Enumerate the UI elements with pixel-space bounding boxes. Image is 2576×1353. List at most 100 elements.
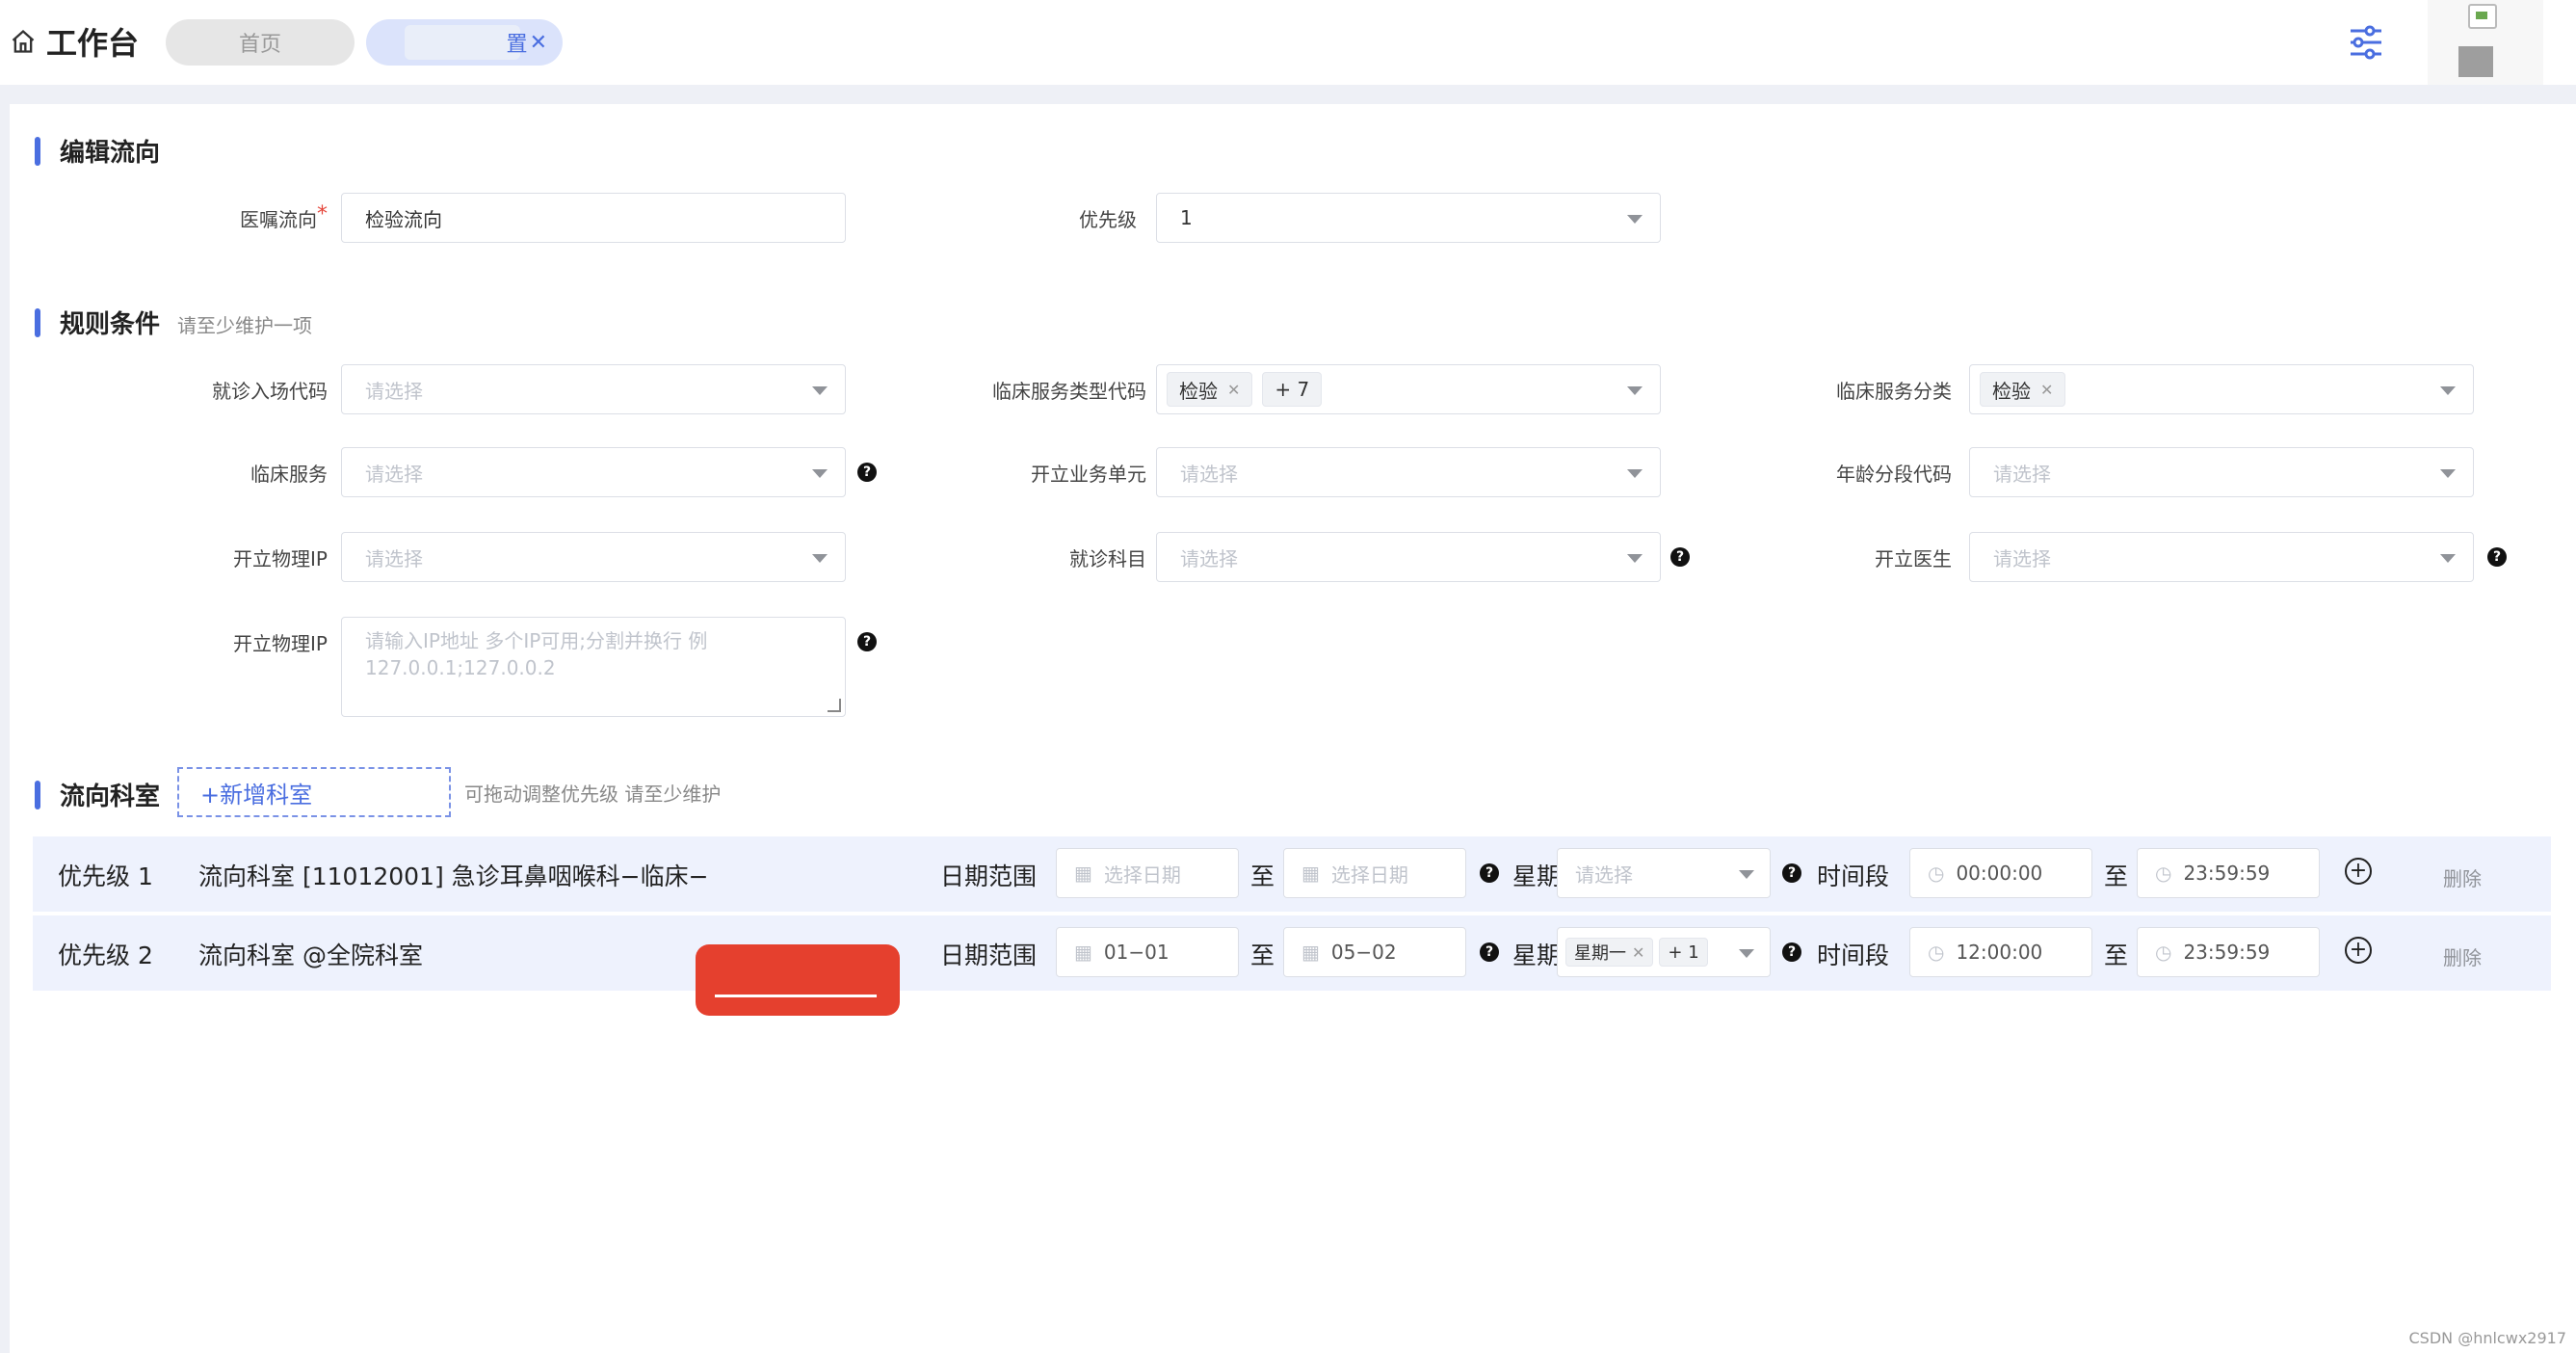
physical-ip-select[interactable]: 请选择 [341, 532, 846, 582]
help-icon[interactable]: ? [857, 463, 877, 482]
date-from-picker[interactable]: ▦ 选择日期 [1056, 848, 1239, 898]
week-select[interactable]: 星期一 ✕ + 1 [1557, 927, 1771, 977]
clock-icon: ◷ [2155, 862, 2172, 885]
section-title: 流向科室 [60, 783, 161, 811]
time-to-picker[interactable]: ◷ 23:59:59 [2137, 927, 2320, 977]
time-range-label: 时间段 [1817, 862, 1890, 890]
section-title: 编辑流向 [60, 139, 161, 168]
calendar-icon: ▦ [1301, 941, 1320, 964]
time-from-picker[interactable]: ◷ 12:00:00 [1909, 927, 2092, 977]
tab-current[interactable]: 置 ✕ [366, 19, 563, 66]
placeholder: 请选择 [365, 462, 423, 486]
avatar-placeholder [2458, 46, 2493, 77]
clock-icon: ◷ [1928, 862, 1945, 885]
chip-close-icon[interactable]: ✕ [2040, 381, 2053, 399]
caret-down-icon [812, 554, 828, 563]
help-icon[interactable]: ? [1480, 863, 1499, 883]
clinical-service-select[interactable]: 请选择 [341, 447, 846, 497]
section-dest-dept: 流向科室 [35, 777, 161, 812]
service-type-code-select[interactable]: 检验 ✕ + 7 [1156, 364, 1661, 414]
settings-sliders-icon[interactable] [2345, 23, 2387, 62]
week-placeholder: 请选择 [1575, 862, 1633, 887]
tag-chip: 星期一 ✕ [1565, 938, 1654, 967]
time-from-picker[interactable]: ◷ 00:00:00 [1909, 848, 2092, 898]
time-to-picker[interactable]: ◷ 23:59:59 [2137, 848, 2320, 898]
section-marker [35, 137, 40, 166]
placeholder: 请选择 [1180, 462, 1238, 486]
date-from-value: 01−01 [1103, 941, 1170, 964]
main-panel: 编辑流向 医嘱流向* 检验流向 优先级 1 规则条件 请至少维护一项 就诊入场代… [10, 104, 2576, 1353]
help-icon[interactable]: ? [1782, 863, 1801, 883]
age-code-select[interactable]: 请选择 [1969, 447, 2474, 497]
placeholder: 请选择 [1993, 546, 2051, 570]
dest-dept-name: 流向科室 @全院科室 [198, 942, 423, 969]
chip-close-icon[interactable]: ✕ [1632, 943, 1644, 962]
add-time-slot-icon[interactable]: + [2345, 937, 2372, 964]
priority-value: 1 [1180, 206, 1193, 229]
date-to-placeholder: 选择日期 [1330, 862, 1408, 887]
chip-close-icon[interactable]: ✕ [1227, 381, 1240, 399]
age-code-label: 年龄分段代码 [1836, 463, 1952, 486]
caret-down-icon [812, 469, 828, 478]
caret-down-icon [1627, 386, 1643, 395]
add-dept-button[interactable]: +新增科室 [177, 767, 451, 817]
tag-chip: 检验 ✕ [1167, 372, 1253, 407]
placeholder: 请选择 [365, 546, 423, 570]
date-to-picker[interactable]: ▦ 选择日期 [1283, 848, 1466, 898]
help-icon[interactable]: ? [857, 632, 877, 651]
priority-row[interactable]: 优先级 1 流向科室 [11012001] 急诊耳鼻咽喉科−临床− 日期范围 ▦… [33, 836, 2551, 912]
delete-button[interactable]: 删除 [2443, 863, 2482, 891]
help-icon[interactable]: ? [2487, 547, 2507, 567]
caret-down-icon [1739, 870, 1754, 879]
tab-home[interactable]: 首页 [166, 19, 355, 66]
calendar-icon: ▦ [1301, 862, 1320, 885]
flow-input[interactable]: 检验流向 [341, 193, 846, 243]
date-to-value: 05−02 [1330, 941, 1397, 964]
time-from-value: 12:00:00 [1956, 941, 2043, 964]
workbench-logo[interactable]: 工作台 [10, 19, 139, 64]
week-select[interactable]: 请选择 [1557, 848, 1771, 898]
time-from-value: 00:00:00 [1956, 862, 2043, 885]
date-range-label: 日期范围 [940, 942, 1038, 969]
visit-code-select[interactable]: 请选择 [341, 364, 846, 414]
watermark: CSDN @hnlcwx2917 [2408, 1329, 2567, 1347]
placeholder: 请选择 [365, 379, 423, 403]
help-icon[interactable]: ? [1480, 942, 1499, 962]
date-range-label: 日期范围 [940, 862, 1038, 890]
priority-select[interactable]: 1 [1156, 193, 1661, 243]
dest-dept-name: 流向科室 [11012001] 急诊耳鼻咽喉科−临床− [198, 862, 709, 890]
visit-dept-label: 就诊科目 [1069, 547, 1146, 570]
close-icon[interactable]: ✕ [530, 31, 547, 55]
clinical-service-label: 临床服务 [250, 463, 328, 486]
avatar[interactable] [2428, 0, 2543, 85]
caret-down-icon [1627, 215, 1643, 224]
priority-row[interactable]: 优先级 2 流向科室 @全院科室 日期范围 ▦ 01−01 至 ▦ 05−02 … [33, 915, 2551, 991]
service-class-select[interactable]: 检验 ✕ [1969, 364, 2474, 414]
calendar-icon: ▦ [1074, 862, 1092, 885]
clock-icon: ◷ [2155, 941, 2172, 964]
section-edit-flow: 编辑流向 [35, 133, 161, 169]
ip-textarea[interactable]: 请输入IP地址 多个IP可用;分割并换行 例 127.0.0.1;127.0.0… [341, 617, 846, 717]
date-from-picker[interactable]: ▦ 01−01 [1056, 927, 1239, 977]
doctor-select[interactable]: 请选择 [1969, 532, 2474, 582]
visit-code-label: 就诊入场代码 [212, 380, 328, 403]
date-from-placeholder: 选择日期 [1103, 862, 1181, 887]
help-icon[interactable]: ? [1670, 547, 1690, 567]
to-label: 至 [2104, 942, 2129, 969]
business-unit-select[interactable]: 请选择 [1156, 447, 1661, 497]
physical-ip-label: 开立物理IP [233, 547, 328, 570]
delete-button[interactable]: 删除 [2443, 942, 2482, 970]
doctor-label: 开立医生 [1875, 547, 1952, 570]
date-to-picker[interactable]: ▦ 05−02 [1283, 927, 1466, 977]
caret-down-icon [812, 386, 828, 395]
service-type-code-label: 临床服务类型代码 [992, 380, 1146, 403]
flow-value: 检验流向 [365, 207, 442, 231]
priority-label: 优先级 [1079, 208, 1137, 231]
to-label: 至 [1250, 862, 1275, 890]
section-marker [35, 308, 40, 337]
help-icon[interactable]: ? [1782, 942, 1801, 962]
visit-dept-select[interactable]: 请选择 [1156, 532, 1661, 582]
add-time-slot-icon[interactable]: + [2345, 858, 2372, 885]
resize-handle-icon[interactable] [828, 699, 841, 712]
time-range-label: 时间段 [1817, 942, 1890, 969]
